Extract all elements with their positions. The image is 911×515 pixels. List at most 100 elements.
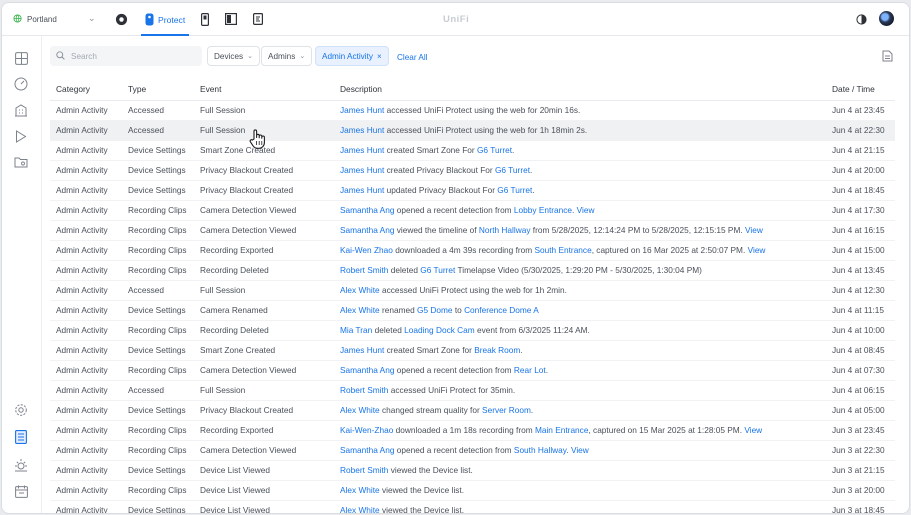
description-link[interactable]: James Hunt bbox=[340, 345, 384, 355]
description-link[interactable]: View bbox=[577, 205, 595, 215]
calendar-icon[interactable] bbox=[13, 483, 29, 499]
description-text: accessed UniFi Protect using the web for… bbox=[379, 285, 567, 295]
chevron-down-icon[interactable]: ⌄ bbox=[88, 13, 96, 24]
description-link[interactable]: South Entrance bbox=[534, 245, 591, 255]
description-link[interactable]: Alex White bbox=[340, 485, 380, 495]
play-icon[interactable] bbox=[13, 128, 29, 144]
description-link[interactable]: South Hallway bbox=[514, 445, 566, 455]
table-row[interactable]: Admin Activity Accessed Full Session James … bbox=[50, 120, 895, 141]
table-row[interactable]: Admin Activity Accessed Full Session Robert… bbox=[50, 380, 895, 401]
description-link[interactable]: View bbox=[571, 445, 589, 455]
description-link[interactable]: Samantha Ang bbox=[340, 225, 394, 235]
description-link[interactable]: Robert Smith bbox=[340, 385, 388, 395]
search-box[interactable] bbox=[50, 46, 202, 66]
table-row[interactable]: Admin Activity Recording Clips Recording E… bbox=[50, 240, 895, 261]
table-row[interactable]: Admin Activity Device Settings Smart Zone … bbox=[50, 340, 895, 361]
description-link[interactable]: G5 Dome bbox=[417, 305, 453, 315]
column-header-event[interactable]: Event bbox=[194, 78, 334, 101]
avatar[interactable] bbox=[879, 11, 894, 26]
column-header-description[interactable]: Description bbox=[334, 78, 826, 101]
description-link[interactable]: Alex White bbox=[340, 285, 380, 295]
tab-protect[interactable]: Protect bbox=[141, 9, 190, 36]
cell-category: Admin Activity bbox=[50, 440, 122, 461]
cell-category: Admin Activity bbox=[50, 240, 122, 261]
table-row[interactable]: Admin Activity Recording Clips Recording E… bbox=[50, 420, 895, 441]
building-icon[interactable] bbox=[13, 102, 29, 118]
filter-admins[interactable]: Admins ⌄ bbox=[261, 46, 313, 66]
table-row[interactable]: Admin Activity Accessed Full Session Alex W… bbox=[50, 280, 895, 301]
description-link[interactable]: Server Room bbox=[482, 405, 531, 415]
table-row[interactable]: Admin Activity Recording Clips Recording D… bbox=[50, 320, 895, 341]
sun-icon[interactable] bbox=[13, 457, 29, 473]
table-header-row: Category Type Event Description Date / T… bbox=[50, 78, 895, 101]
theme-toggle-icon[interactable] bbox=[856, 14, 867, 27]
settings-icon[interactable] bbox=[13, 402, 29, 418]
description-link[interactable]: James Hunt bbox=[340, 105, 384, 115]
cell-date: Jun 4 at 13:45 bbox=[826, 260, 895, 281]
description-link[interactable]: James Hunt bbox=[340, 145, 384, 155]
dashboard-icon[interactable] bbox=[13, 76, 29, 92]
table-row[interactable]: Admin Activity Device Settings Device List… bbox=[50, 500, 895, 513]
description-text: created Privacy Blackout For bbox=[384, 165, 495, 175]
description-link[interactable]: Rear Lot bbox=[514, 365, 546, 375]
description-link[interactable]: Kai-Wen Zhao bbox=[340, 245, 393, 255]
description-link[interactable]: Conference Dome A bbox=[464, 305, 539, 315]
table-row[interactable]: Admin Activity Recording Clips Camera Dete… bbox=[50, 360, 895, 381]
close-icon[interactable]: × bbox=[377, 52, 382, 61]
table-row[interactable]: Admin Activity Device Settings Privacy Bla… bbox=[50, 160, 895, 181]
description-link[interactable]: Robert Smith bbox=[340, 465, 388, 475]
search-input[interactable] bbox=[71, 51, 191, 61]
filter-admin-activity[interactable]: Admin Activity × bbox=[315, 46, 389, 66]
description-link[interactable]: G6 Turret bbox=[477, 145, 512, 155]
description-link[interactable]: North Hallway bbox=[479, 225, 531, 235]
folder-icon[interactable] bbox=[13, 154, 29, 170]
description-link[interactable]: Alex White bbox=[340, 305, 380, 315]
description-link[interactable]: View bbox=[748, 245, 766, 255]
column-header-date[interactable]: Date / Time bbox=[826, 78, 895, 101]
description-link[interactable]: Alex White bbox=[340, 405, 380, 415]
brand-logo: UniFi bbox=[443, 14, 470, 25]
export-icon[interactable] bbox=[882, 50, 893, 64]
clear-all-link[interactable]: Clear All bbox=[397, 53, 428, 62]
logs-icon[interactable] bbox=[13, 429, 29, 445]
description-link[interactable]: Lobby Entrance bbox=[514, 205, 572, 215]
table-row[interactable]: Admin Activity Recording Clips Device List… bbox=[50, 480, 895, 501]
grid-icon[interactable] bbox=[13, 50, 29, 66]
description-link[interactable]: Main Entrance bbox=[535, 425, 589, 435]
table-row[interactable]: Admin Activity Recording Clips Camera Dete… bbox=[50, 200, 895, 221]
table-row[interactable]: Admin Activity Device Settings Camera Rena… bbox=[50, 300, 895, 321]
description-link[interactable]: View bbox=[745, 225, 763, 235]
table-row[interactable]: Admin Activity Recording Clips Camera Dete… bbox=[50, 220, 895, 241]
table-row[interactable]: Admin Activity Accessed Full Session James … bbox=[50, 100, 895, 121]
description-link[interactable]: Break Room bbox=[474, 345, 520, 355]
table-row[interactable]: Admin Activity Device Settings Privacy Bla… bbox=[50, 400, 895, 421]
description-link[interactable]: Samantha Ang bbox=[340, 445, 394, 455]
description-link[interactable]: Kai-Wen-Zhao bbox=[340, 425, 393, 435]
filter-devices[interactable]: Devices ⌄ bbox=[207, 46, 260, 66]
camera-icon[interactable] bbox=[114, 12, 128, 26]
table-row[interactable]: Admin Activity Recording Clips Recording D… bbox=[50, 260, 895, 281]
description-link[interactable]: James Hunt bbox=[340, 125, 384, 135]
table-row[interactable]: Admin Activity Device Settings Device List… bbox=[50, 460, 895, 481]
description-link[interactable]: James Hunt bbox=[340, 165, 384, 175]
description-link[interactable]: Loading Dock Cam bbox=[404, 325, 475, 335]
table-row[interactable]: Admin Activity Device Settings Smart Zone … bbox=[50, 140, 895, 161]
table-row[interactable]: Admin Activity Recording Clips Camera Dete… bbox=[50, 440, 895, 461]
description-link[interactable]: Samantha Ang bbox=[340, 365, 394, 375]
column-header-category[interactable]: Category bbox=[50, 78, 122, 101]
description-link[interactable]: James Hunt bbox=[340, 185, 384, 195]
table-row[interactable]: Admin Activity Device Settings Privacy Bla… bbox=[50, 180, 895, 201]
description-link[interactable]: Mia Tran bbox=[340, 325, 372, 335]
description-link[interactable]: Alex White bbox=[340, 505, 380, 513]
description-link[interactable]: Samantha Ang bbox=[340, 205, 394, 215]
tablet-icon[interactable] bbox=[251, 12, 265, 26]
phone-icon[interactable] bbox=[198, 12, 212, 26]
description-link[interactable]: G6 Turret bbox=[420, 265, 455, 275]
door-icon[interactable] bbox=[224, 12, 238, 26]
site-selector[interactable]: Portland bbox=[13, 14, 57, 25]
description-link[interactable]: G6 Turret bbox=[495, 165, 530, 175]
description-link[interactable]: G6 Turret bbox=[497, 185, 532, 195]
description-link[interactable]: View bbox=[744, 425, 762, 435]
column-header-type[interactable]: Type bbox=[122, 78, 194, 101]
description-link[interactable]: Robert Smith bbox=[340, 265, 388, 275]
